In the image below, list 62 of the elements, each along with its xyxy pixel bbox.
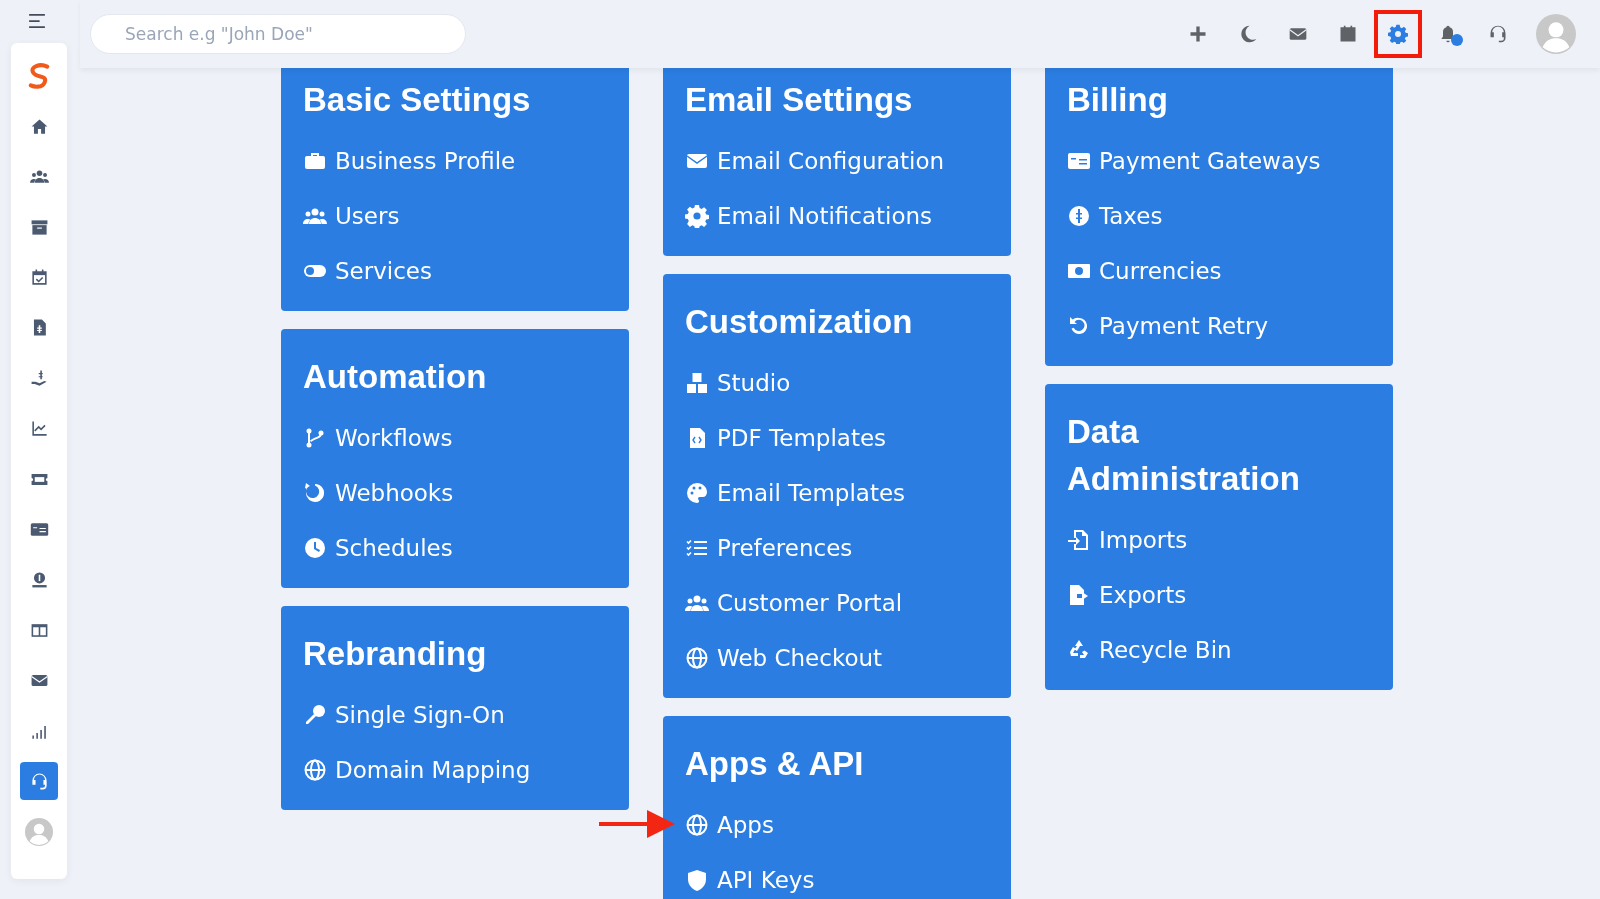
settings-link[interactable]: Users — [303, 202, 400, 229]
archive-icon — [29, 217, 49, 237]
toolbar-button[interactable] — [1374, 10, 1422, 58]
gear-icon — [1388, 24, 1408, 44]
settings-link[interactable]: Apps — [685, 811, 774, 838]
card-title: Data Administration — [1067, 412, 1301, 499]
settings-link[interactable]: Exports — [1067, 581, 1187, 608]
gear-icon — [685, 203, 709, 228]
calendar-check-icon — [29, 268, 49, 288]
settings-link[interactable]: Email Notifications — [685, 202, 933, 229]
card-title: Automation — [303, 357, 488, 397]
card-title: Apps & API — [685, 744, 865, 784]
settings-link[interactable]: Preferences — [685, 534, 853, 561]
card-title: Billing — [1067, 80, 1169, 120]
avatar-icon — [25, 817, 53, 846]
globe-icon — [303, 757, 327, 782]
card-title: Customization — [685, 302, 914, 342]
card-title: Basic Settings — [303, 80, 532, 120]
clock-icon — [303, 535, 327, 560]
settings-link[interactable]: PDF Templates — [685, 424, 887, 451]
settings-link[interactable]: Payment Retry — [1067, 312, 1269, 339]
sidebar-item[interactable] — [20, 762, 58, 801]
settings-link[interactable]: Email Configuration — [685, 147, 945, 174]
globe-icon — [685, 645, 709, 670]
settings-link[interactable]: Single Sign-On — [303, 701, 505, 728]
notification-dot — [1451, 34, 1463, 46]
settings-link[interactable]: Payment Gateways — [1067, 147, 1321, 174]
settings-link[interactable]: Taxes — [1067, 202, 1163, 229]
settings-link[interactable]: Workflows — [303, 424, 453, 451]
avatar-icon — [1536, 14, 1576, 54]
settings-link[interactable]: API Keys — [685, 866, 815, 893]
palette-icon — [685, 480, 709, 505]
settings-link[interactable]: Imports — [1067, 526, 1188, 553]
settings-link[interactable]: Business Profile — [303, 147, 516, 174]
card-icon — [29, 520, 49, 539]
menu-icon[interactable] — [28, 14, 46, 28]
shield-icon — [685, 867, 709, 892]
settings-link[interactable]: Currencies — [1067, 257, 1222, 284]
settings-link[interactable]: Domain Mapping — [303, 756, 531, 783]
settings-link[interactable]: Services — [303, 257, 432, 284]
calendar-icon — [1338, 24, 1358, 44]
settings-link[interactable]: Schedules — [303, 534, 453, 561]
search-field[interactable]: Search e.g "John Doe" — [90, 14, 466, 54]
plus-icon — [1188, 24, 1208, 44]
settings-link[interactable]: Email Templates — [685, 479, 906, 506]
settings-link[interactable]: Studio — [685, 369, 791, 396]
moon-icon — [1238, 24, 1258, 44]
settings-link[interactable]: Web Checkout — [685, 644, 883, 671]
settings-link[interactable]: Recycle Bin — [1067, 636, 1232, 663]
key-icon — [303, 702, 327, 727]
globe-icon — [685, 812, 709, 837]
blocks-icon — [685, 370, 709, 395]
card-title: Rebranding — [303, 634, 488, 674]
headset-icon — [1488, 24, 1508, 44]
circular-arrow-icon — [303, 480, 327, 505]
settings-link[interactable]: Webhooks — [303, 479, 454, 506]
chart-icon — [29, 419, 49, 439]
home-icon — [29, 116, 49, 136]
card-title: Email Settings — [685, 80, 914, 120]
headset-icon — [29, 771, 49, 791]
file-import-icon — [1067, 527, 1091, 552]
settings-link[interactable]: Customer Portal — [685, 589, 903, 616]
